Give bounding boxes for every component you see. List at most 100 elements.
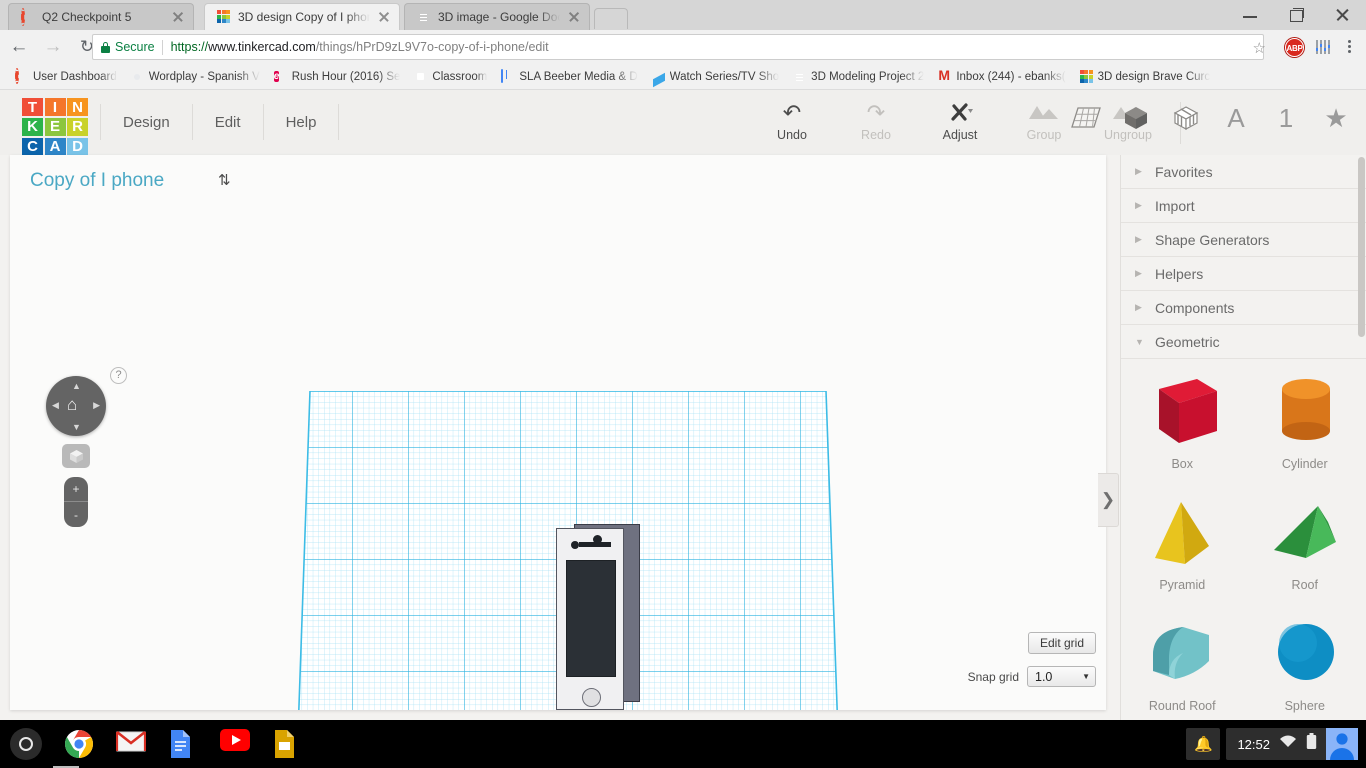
bookmark-item[interactable]: e Rush Hour (2016) Se: [267, 66, 408, 88]
help-icon[interactable]: ?: [110, 367, 127, 384]
shape-item-box[interactable]: Box: [1121, 367, 1244, 488]
bookmark-label: SLA Beeber Media & D: [519, 71, 637, 83]
chevron-right-icon: ▶: [1135, 200, 1145, 211]
bookmark-label: User Dashboard: [33, 71, 117, 83]
chrome-menu-icon[interactable]: [1340, 38, 1358, 56]
phone-camera: [571, 541, 579, 549]
browser-tab-1[interactable]: 3D design Copy of I phon: [204, 3, 400, 30]
edit-grid-button[interactable]: Edit grid: [1028, 632, 1096, 654]
bookmark-item[interactable]: Wordplay - Spanish V: [124, 66, 267, 88]
workplane-grid-icon[interactable]: [1068, 98, 1104, 138]
fit-to-view-cube-icon[interactable]: [62, 444, 90, 468]
menu-help[interactable]: Help: [264, 104, 340, 140]
sync-icon[interactable]: ⇅: [218, 171, 231, 189]
google-docs-icon[interactable]: [168, 729, 198, 759]
page-title[interactable]: Copy of I phone: [30, 170, 164, 192]
zoom-controls[interactable]: + -: [64, 477, 88, 527]
back-arrow-icon[interactable]: ←: [4, 32, 34, 62]
bookmark-label: Classroom: [432, 71, 487, 83]
star-favorite-icon[interactable]: ★: [1318, 98, 1354, 138]
phone-screen: [566, 560, 616, 677]
view-navigation-disc[interactable]: ▲ ▼ ◀ ▶ ⌂: [46, 376, 106, 436]
shape-label: Pyramid: [1159, 578, 1205, 592]
shape-item-pyramid[interactable]: Pyramid: [1121, 488, 1244, 609]
user-avatar[interactable]: [1326, 728, 1358, 760]
restore-icon[interactable]: [1274, 0, 1320, 30]
adblock-plus-icon[interactable]: ABP: [1285, 38, 1304, 57]
minimize-icon[interactable]: [1228, 0, 1274, 30]
tab-close-icon[interactable]: [171, 10, 185, 24]
bell-icon[interactable]: 🔔: [1186, 728, 1220, 760]
menu-design[interactable]: Design: [100, 104, 193, 140]
sidebar-section-components[interactable]: ▶ Components: [1121, 291, 1366, 325]
chrome-icon[interactable]: [64, 729, 94, 759]
watchseries-icon: [652, 70, 665, 83]
browser-tab-0[interactable]: Q2 Checkpoint 5: [8, 3, 194, 30]
shape-label: Round Roof: [1149, 699, 1216, 713]
bookmark-item[interactable]: Classroom: [407, 66, 494, 88]
logo-tile-a: A: [45, 138, 66, 156]
new-tab-button[interactable]: [594, 8, 628, 29]
shape-item-roof[interactable]: Roof: [1244, 488, 1366, 609]
shape-item-sphere[interactable]: Sphere: [1244, 609, 1366, 720]
bookmark-item[interactable]: 3D design Brave Curc: [1073, 66, 1218, 88]
address-bar[interactable]: Secure https:// www.tinkercad.com /thing…: [92, 34, 1264, 60]
tab-close-icon[interactable]: [567, 10, 581, 24]
chevron-right-icon: ▶: [1135, 302, 1145, 313]
hole-cube-icon[interactable]: [1168, 98, 1204, 138]
bookmark-item[interactable]: SLA Beeber Media & D: [494, 66, 644, 88]
home-icon[interactable]: ⌂: [67, 396, 77, 413]
tinkercad-app: TINKERCAD Design Edit Help ↶ Undo ↷ Redo: [0, 90, 1366, 720]
bookmark-star-icon[interactable]: ☆: [1253, 39, 1266, 57]
tinkercad-logo[interactable]: TINKERCAD: [22, 98, 88, 156]
logo-tile-c: C: [22, 138, 43, 156]
design-canvas[interactable]: Copy of I phone ⇅ ? ▲ ▼ ◀ ▶ ⌂ + -: [10, 155, 1106, 710]
sidebar-section-favorites[interactable]: ▶ Favorites: [1121, 155, 1366, 189]
sidebar-section-geometric[interactable]: ▼ Geometric: [1121, 325, 1366, 359]
tool-label: Adjust: [918, 128, 1002, 142]
google-slides-icon[interactable]: [272, 729, 302, 759]
sidebar-section-import[interactable]: ▶ Import: [1121, 189, 1366, 223]
bookmark-label: Watch Series/TV Sho: [670, 71, 780, 83]
sidebar-section-helpers[interactable]: ▶ Helpers: [1121, 257, 1366, 291]
text-a-icon[interactable]: A: [1218, 98, 1254, 138]
panel-collapse-button[interactable]: ❯: [1098, 473, 1119, 527]
forward-arrow-icon[interactable]: →: [38, 32, 68, 62]
bookmark-item[interactable]: Inbox (244) - ebanks(: [931, 66, 1072, 88]
number-one-icon[interactable]: 1: [1268, 98, 1304, 138]
redo-button[interactable]: ↷ Redo: [834, 98, 918, 142]
launcher-icon[interactable]: [10, 728, 42, 760]
status-area[interactable]: 12:52: [1226, 728, 1358, 760]
zoom-out-button[interactable]: -: [64, 502, 88, 527]
close-icon[interactable]: [1320, 0, 1366, 30]
battery-icon[interactable]: [1306, 733, 1317, 755]
shape-item-cylinder[interactable]: Cylinder: [1244, 367, 1366, 488]
view-tools: A 1 ★: [1068, 98, 1354, 138]
extension-sliders-icon[interactable]: [1314, 39, 1332, 55]
tool-label: Undo: [750, 128, 834, 142]
adjust-button[interactable]: Adjust: [918, 98, 1002, 142]
shape-item-round-roof[interactable]: Round Roof: [1121, 609, 1244, 720]
system-shelf: 🔔 12:52: [0, 720, 1366, 768]
undo-button[interactable]: ↶ Undo: [750, 98, 834, 142]
arrow-right-icon[interactable]: ▶: [93, 400, 100, 411]
wifi-icon[interactable]: [1279, 735, 1297, 754]
zoom-in-button[interactable]: +: [64, 477, 88, 502]
sidebar-section-shape-generators[interactable]: ▶ Shape Generators: [1121, 223, 1366, 257]
bookmark-item[interactable]: 3D Modeling Project 2: [786, 66, 931, 88]
bookmark-label: 3D design Brave Curc: [1098, 71, 1211, 83]
gmail-icon[interactable]: [116, 729, 146, 759]
bookmark-item[interactable]: User Dashboard: [8, 66, 124, 88]
browser-tab-2[interactable]: 3D image - Google Docs: [404, 3, 590, 30]
menu-edit[interactable]: Edit: [193, 104, 264, 140]
arrow-down-icon[interactable]: ▼: [72, 422, 81, 432]
solid-cube-icon[interactable]: [1118, 98, 1154, 138]
sidebar-scrollbar[interactable]: [1358, 157, 1365, 337]
arrow-up-icon[interactable]: ▲: [72, 381, 81, 391]
youtube-icon[interactable]: [220, 729, 250, 759]
arrow-left-icon[interactable]: ◀: [52, 400, 59, 411]
tab-close-icon[interactable]: [377, 10, 391, 24]
iphone-model[interactable]: [556, 524, 640, 710]
snap-grid-select[interactable]: 1.0 ▼: [1027, 666, 1096, 687]
bookmark-item[interactable]: Watch Series/TV Sho: [645, 66, 787, 88]
